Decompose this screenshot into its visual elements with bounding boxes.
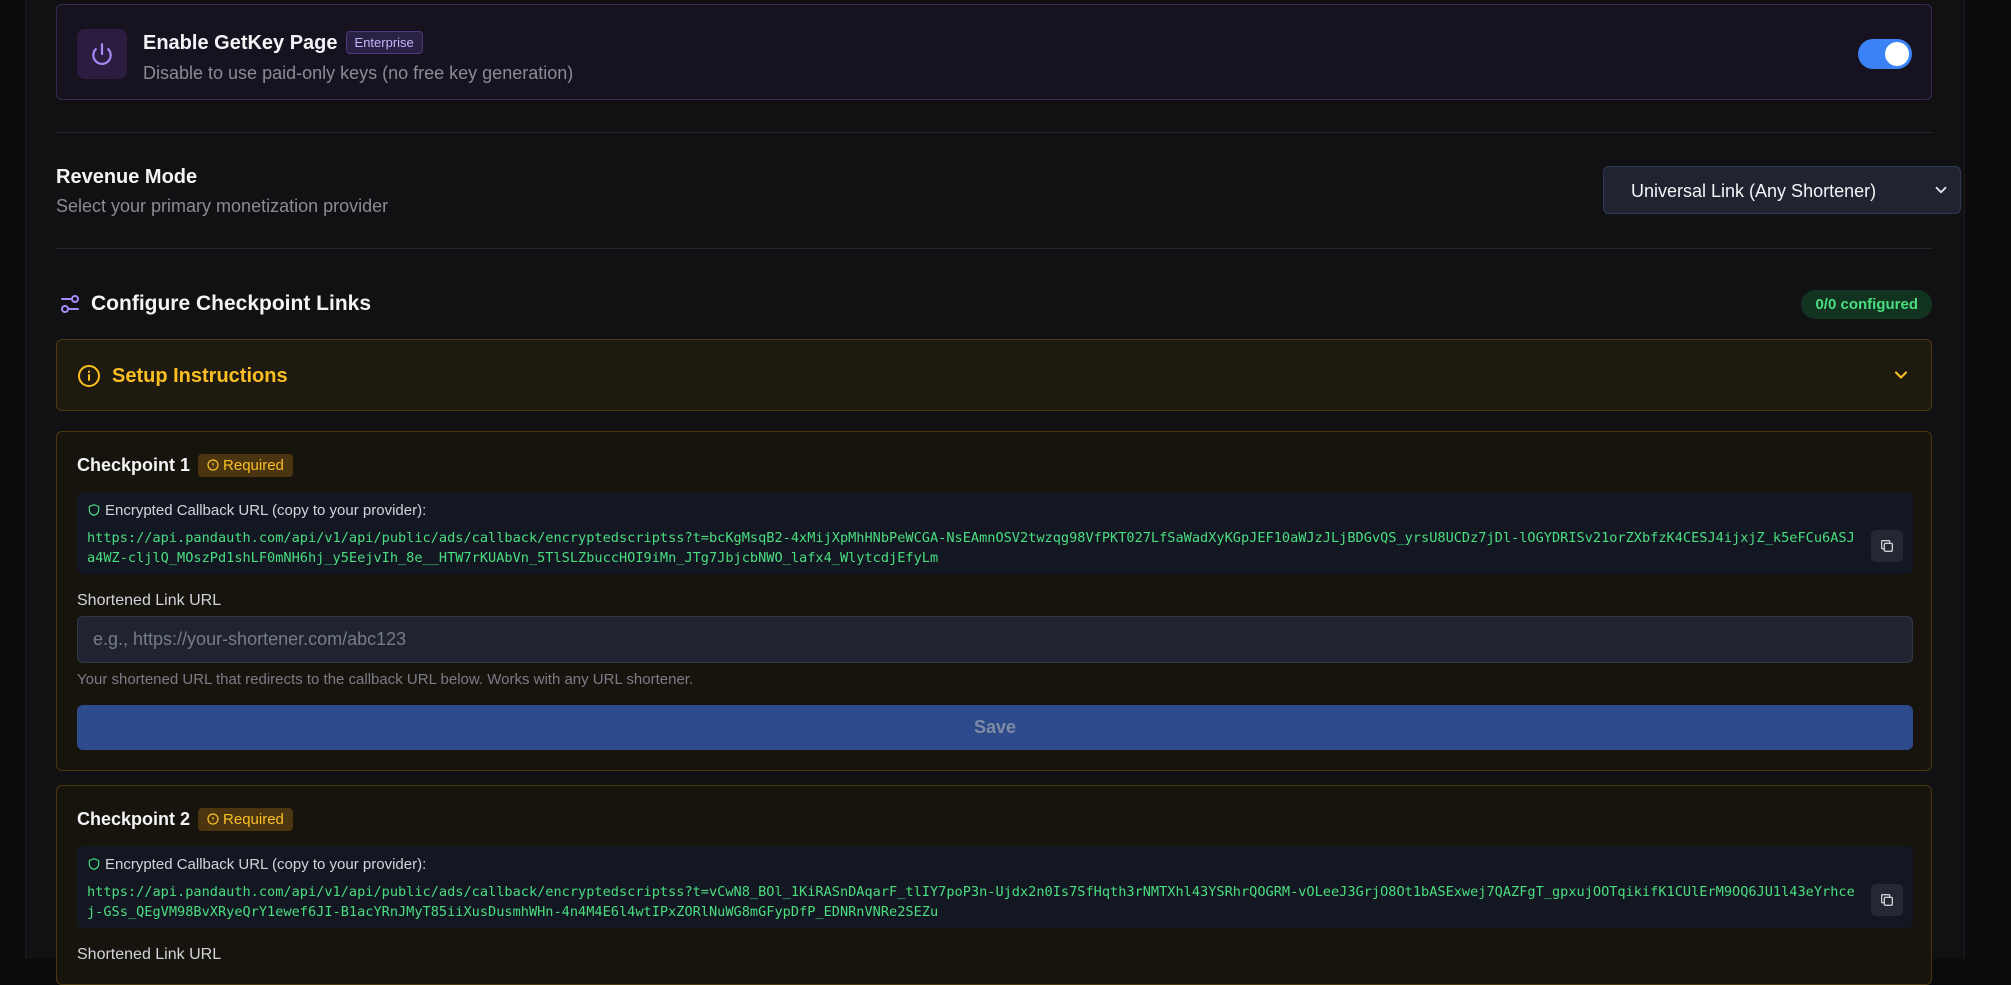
enable-getkey-subtitle: Disable to use paid-only keys (no free k…: [143, 63, 574, 83]
sliders-icon: [58, 292, 82, 321]
checkpoint-card: Checkpoint 2 Required Encrypted Callback …: [56, 785, 1932, 985]
shield-icon: [88, 504, 100, 516]
callback-url-text[interactable]: https://api.pandauth.com/api/v1/api/publ…: [87, 528, 1861, 568]
configure-checkpoints-title: Configure Checkpoint Links: [91, 292, 372, 315]
revenue-mode-subtitle: Select your primary monetization provide…: [56, 196, 389, 216]
checkpoint-title: Checkpoint 2 Required: [77, 808, 293, 831]
shortened-link-label: Shortened Link URL: [77, 946, 222, 963]
callback-url-box: Encrypted Callback URL (copy to your pro…: [77, 492, 1913, 574]
shortened-link-help: Your shortened URL that redirects to the…: [77, 671, 694, 688]
revenue-mode-value: Universal Link (Any Shortener): [1631, 181, 1877, 201]
copy-icon: [1881, 540, 1893, 552]
callback-url-box: Encrypted Callback URL (copy to your pro…: [77, 846, 1913, 928]
enable-getkey-toggle[interactable]: [1858, 39, 1912, 69]
required-label: Required: [223, 811, 284, 828]
enterprise-badge: Enterprise: [345, 31, 423, 54]
power-icon: [77, 29, 127, 79]
setup-instructions-accordion[interactable]: Setup Instructions: [56, 339, 1932, 411]
alert-circle-icon: [207, 813, 219, 825]
enable-getkey-title: Enable GetKey Page Enterprise: [143, 31, 423, 55]
info-icon: [77, 364, 101, 393]
shortened-link-input[interactable]: [77, 616, 1913, 663]
callback-url-label-text: Encrypted Callback URL (copy to your pro…: [105, 856, 427, 873]
setup-instructions-title: Setup Instructions: [112, 365, 288, 387]
checkpoint-label: Checkpoint 1: [77, 455, 191, 475]
checkpoint-label: Checkpoint 2: [77, 809, 191, 829]
required-badge: Required: [198, 808, 293, 831]
revenue-mode-title: Revenue Mode: [56, 166, 198, 188]
revenue-mode-select[interactable]: Universal Link (Any Shortener): [1603, 166, 1961, 214]
enable-getkey-label: Enable GetKey Page: [143, 32, 338, 54]
save-button[interactable]: Save: [77, 705, 1913, 750]
chevron-down-icon: [1932, 181, 1950, 204]
alert-circle-icon: [207, 459, 219, 471]
checkpoint-card: Checkpoint 1 Required Encrypted Callback …: [56, 431, 1932, 771]
toggle-knob: [1885, 42, 1909, 66]
required-label: Required: [223, 457, 284, 474]
divider: [56, 132, 1932, 133]
copy-icon: [1881, 894, 1893, 906]
copy-button[interactable]: [1871, 530, 1903, 562]
divider: [56, 248, 1932, 249]
callback-url-label: Encrypted Callback URL (copy to your pro…: [87, 502, 426, 519]
copy-button[interactable]: [1871, 884, 1903, 916]
callback-url-label-text: Encrypted Callback URL (copy to your pro…: [105, 502, 427, 519]
checkpoint-title: Checkpoint 1 Required: [77, 454, 293, 477]
shortened-link-label: Shortened Link URL: [77, 592, 222, 609]
callback-url-text[interactable]: https://api.pandauth.com/api/v1/api/publ…: [87, 882, 1861, 922]
main-panel: Enable GetKey Page Enterprise Disable to …: [25, 0, 1965, 985]
configured-count-badge: 0/0 configured: [1801, 290, 1932, 319]
callback-url-label: Encrypted Callback URL (copy to your pro…: [87, 856, 426, 873]
chevron-down-icon: [1891, 365, 1911, 390]
enable-getkey-card: Enable GetKey Page Enterprise Disable to …: [56, 4, 1932, 100]
shield-icon: [88, 858, 100, 870]
required-badge: Required: [198, 454, 293, 477]
